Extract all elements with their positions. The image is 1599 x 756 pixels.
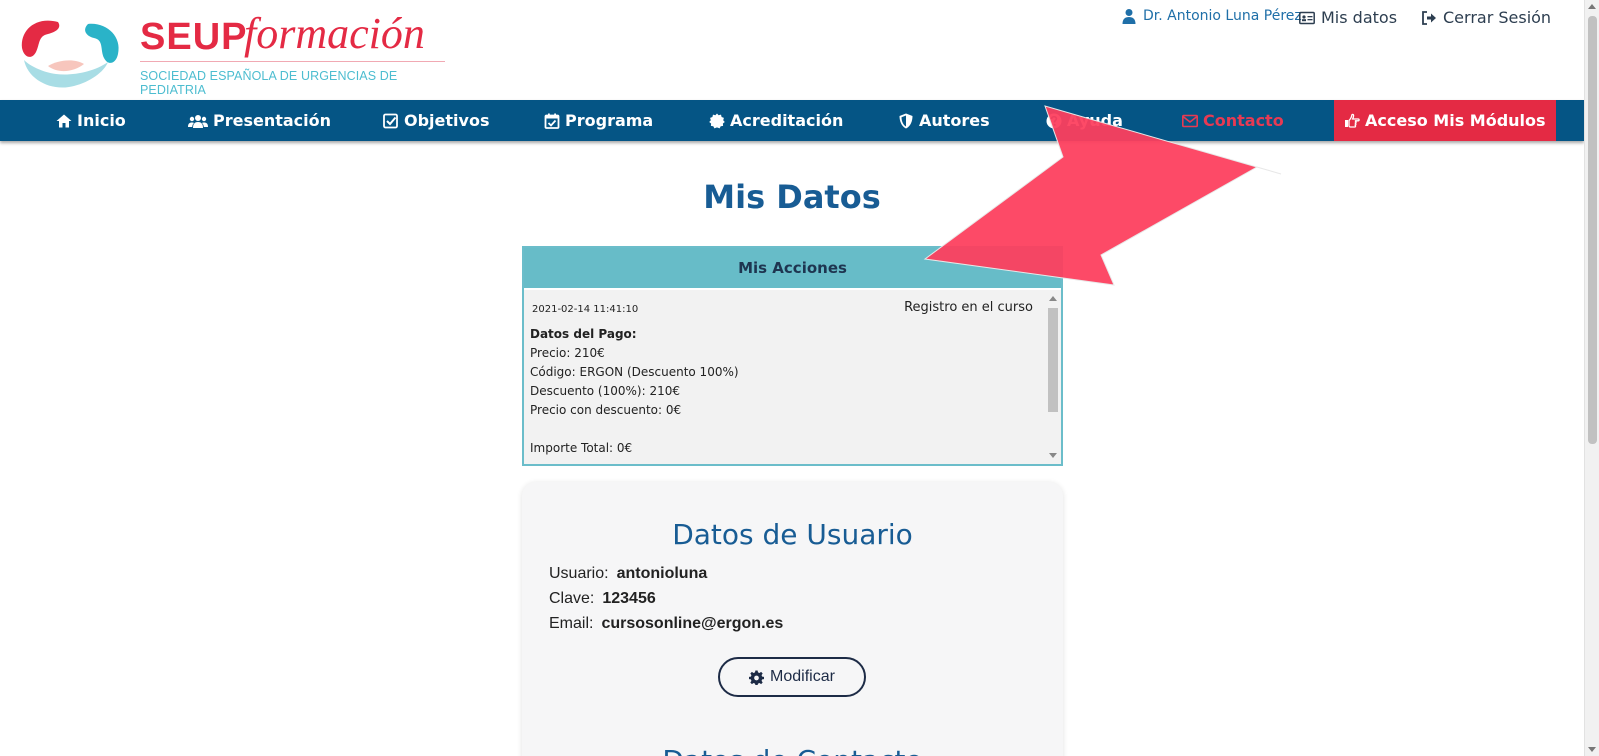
site-logo[interactable]: SEUP formación SOCIEDAD ESPAÑOLA DE URGE… bbox=[18, 9, 448, 97]
check-square-icon bbox=[383, 113, 398, 128]
nav-item-objetivos[interactable]: Objetivos bbox=[383, 100, 489, 141]
acciones-list[interactable]: 2021-02-14 11:41:10 Registro en el curso… bbox=[524, 290, 1061, 464]
nav-label: Acceso Mis Módulos bbox=[1365, 111, 1546, 130]
sign-out-icon bbox=[1422, 10, 1436, 25]
brand-name: SEUP bbox=[140, 16, 248, 58]
field-label: Email: bbox=[549, 615, 594, 632]
email-field: Email: cursosonline@ergon.es bbox=[549, 615, 783, 633]
nav-item-acceso-modulos[interactable]: Acceso Mis Módulos bbox=[1334, 100, 1556, 141]
page-title: Mis Datos bbox=[703, 178, 881, 216]
envelope-icon bbox=[1182, 114, 1198, 127]
contact-data-title: Datos de Contacto bbox=[522, 744, 1063, 756]
payment-line: Precio con descuento: 0€ bbox=[530, 403, 682, 417]
calendar-check-icon bbox=[544, 113, 560, 129]
nav-label: Ayuda bbox=[1067, 111, 1123, 130]
hand-point-right-icon bbox=[1345, 113, 1360, 128]
accion-event: Registro en el curso bbox=[904, 300, 1033, 315]
brand-script: formación bbox=[244, 9, 425, 58]
acciones-header: Mis Acciones bbox=[524, 248, 1061, 290]
question-circle-icon bbox=[1046, 113, 1062, 128]
field-label: Clave: bbox=[549, 590, 595, 607]
logout-link[interactable]: Cerrar Sesión bbox=[1421, 8, 1551, 27]
nav-label: Presentación bbox=[213, 111, 332, 130]
nav-item-autores[interactable]: Autores bbox=[898, 100, 990, 141]
field-value: antonioluna bbox=[616, 565, 708, 582]
shield-icon bbox=[899, 113, 913, 128]
accion-date: 2021-02-14 11:41:10 bbox=[532, 304, 639, 315]
user-name: Dr. Antonio Luna Pérez bbox=[1143, 8, 1302, 24]
acciones-panel[interactable]: Mis Acciones 2021-02-14 11:41:10 Registr… bbox=[522, 246, 1063, 466]
payment-line: Precio: 210€ bbox=[530, 346, 605, 360]
payment-line: Código: ERGON (Descuento 100%) bbox=[530, 365, 739, 379]
nav-label: Autores bbox=[919, 111, 990, 130]
password-field: Clave: 123456 bbox=[549, 590, 656, 608]
nav-item-presentacion[interactable]: Presentación bbox=[188, 100, 331, 141]
page-scroll-up-icon[interactable] bbox=[1588, 4, 1596, 9]
nav-label: Programa bbox=[565, 111, 654, 130]
nav-item-inicio[interactable]: Inicio bbox=[56, 100, 126, 141]
logo-divider bbox=[140, 61, 445, 62]
user-icon bbox=[1122, 9, 1136, 24]
accion-details: Datos del Pago: Precio: 210€ Código: ERG… bbox=[530, 325, 1033, 458]
nav-label: Inicio bbox=[77, 111, 126, 130]
nav-label: Acreditación bbox=[730, 111, 844, 130]
cog-icon bbox=[749, 669, 765, 685]
acciones-scrollbar[interactable] bbox=[1045, 290, 1061, 464]
nav-label: Contacto bbox=[1203, 111, 1284, 130]
scroll-down-icon[interactable] bbox=[1049, 453, 1057, 458]
nav-item-acreditacion[interactable]: Acreditación bbox=[709, 100, 843, 141]
nav-label: Objetivos bbox=[404, 111, 490, 130]
users-icon bbox=[188, 114, 208, 128]
user-data-title: Datos de Usuario bbox=[672, 518, 913, 551]
page-scrollbar[interactable] bbox=[1584, 0, 1599, 756]
user-data-card: Datos de Usuario Usuario: antonioluna Cla… bbox=[522, 482, 1063, 756]
my-data-link[interactable]: Mis datos bbox=[1299, 8, 1397, 27]
payment-title: Datos del Pago: bbox=[530, 327, 637, 341]
page-scroll-thumb[interactable] bbox=[1588, 16, 1597, 444]
field-value: cursosonline@ergon.es bbox=[601, 615, 784, 632]
certificate-icon bbox=[709, 113, 725, 128]
modify-label: Modificar bbox=[770, 668, 835, 685]
scroll-up-icon[interactable] bbox=[1049, 296, 1057, 301]
payment-total: Importe Total: 0€ bbox=[530, 441, 633, 455]
id-card-icon bbox=[1299, 11, 1315, 24]
nav-item-contacto[interactable]: Contacto bbox=[1182, 100, 1284, 141]
field-value: 123456 bbox=[602, 590, 656, 607]
main-nav: Inicio Presentación Objetivos Programa A… bbox=[0, 100, 1584, 141]
field-label: Usuario: bbox=[549, 565, 609, 582]
modify-button[interactable]: Modificar bbox=[718, 657, 866, 697]
payment-line: Descuento (100%): 210€ bbox=[530, 384, 680, 398]
scroll-thumb[interactable] bbox=[1048, 308, 1058, 412]
brand-subtitle: SOCIEDAD ESPAÑOLA DE URGENCIAS DE PEDIAT… bbox=[140, 69, 398, 97]
username-field: Usuario: antonioluna bbox=[549, 565, 707, 583]
logout-label: Cerrar Sesión bbox=[1443, 8, 1552, 27]
nav-item-programa[interactable]: Programa bbox=[544, 100, 653, 141]
nav-item-ayuda[interactable]: Ayuda bbox=[1046, 100, 1123, 141]
seup-logo-icon bbox=[21, 20, 119, 88]
home-icon bbox=[56, 114, 72, 127]
page-scroll-down-icon[interactable] bbox=[1588, 747, 1596, 752]
my-data-label: Mis datos bbox=[1321, 8, 1398, 27]
accion-entry: 2021-02-14 11:41:10 Registro en el curso bbox=[530, 300, 1033, 315]
user-profile-link[interactable]: Dr. Antonio Luna Pérez bbox=[1121, 8, 1302, 24]
